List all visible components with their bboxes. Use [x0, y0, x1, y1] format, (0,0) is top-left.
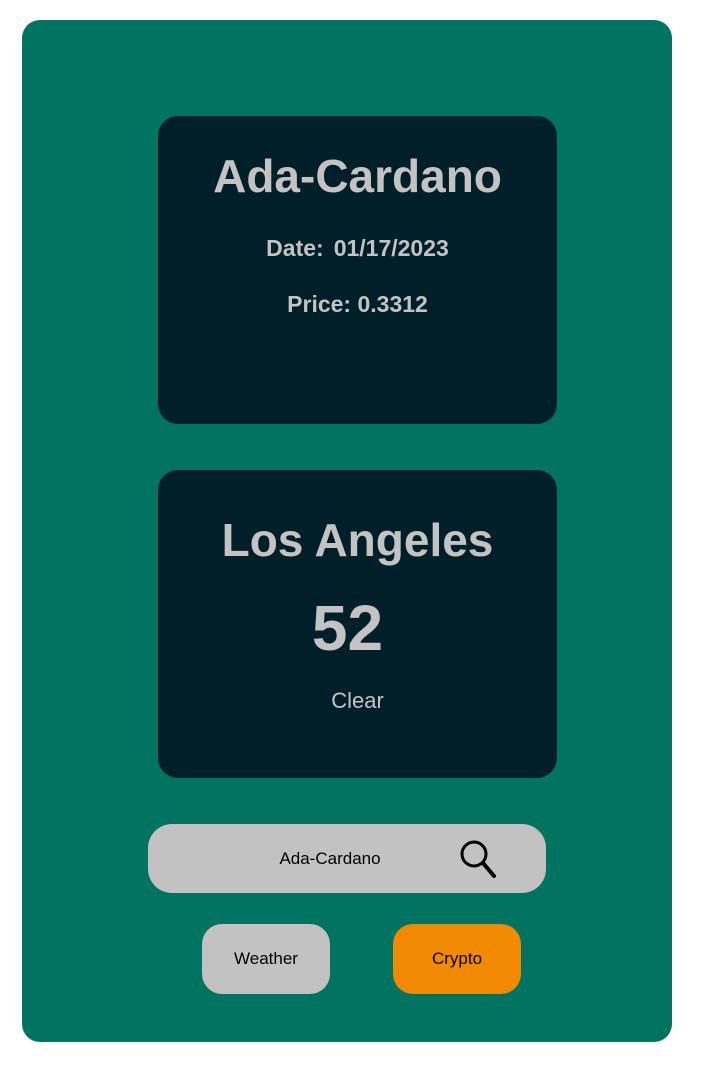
app-container: Ada-Cardano Date: 01/17/2023 Price: 0.331…	[22, 20, 672, 1042]
crypto-date: Date: 01/17/2023	[158, 234, 557, 262]
weather-temperature: 52	[311, 592, 384, 664]
crypto-price: Price: 0.3312	[158, 290, 557, 318]
crypto-tab-button[interactable]: Crypto	[393, 924, 521, 994]
search-icon	[460, 840, 496, 878]
crypto-card: Ada-Cardano Date: 01/17/2023 Price: 0.331…	[158, 116, 557, 424]
crypto-name: Ada-Cardano	[213, 150, 502, 202]
weather-tab-button[interactable]: Weather	[202, 924, 330, 994]
weather-condition: Clear	[331, 688, 384, 713]
search-button[interactable]	[456, 836, 502, 882]
crypto-price-label: Price:	[287, 291, 352, 317]
search-bar	[148, 824, 546, 893]
weather-card: Los Angeles 52 Clear	[158, 470, 557, 778]
crypto-date-value: 01/17/2023	[333, 235, 449, 261]
search-input[interactable]	[188, 838, 472, 880]
weather-city: Los Angeles	[221, 514, 494, 566]
crypto-price-value: 0.3312	[357, 291, 428, 317]
crypto-date-label: Date:	[266, 235, 324, 261]
